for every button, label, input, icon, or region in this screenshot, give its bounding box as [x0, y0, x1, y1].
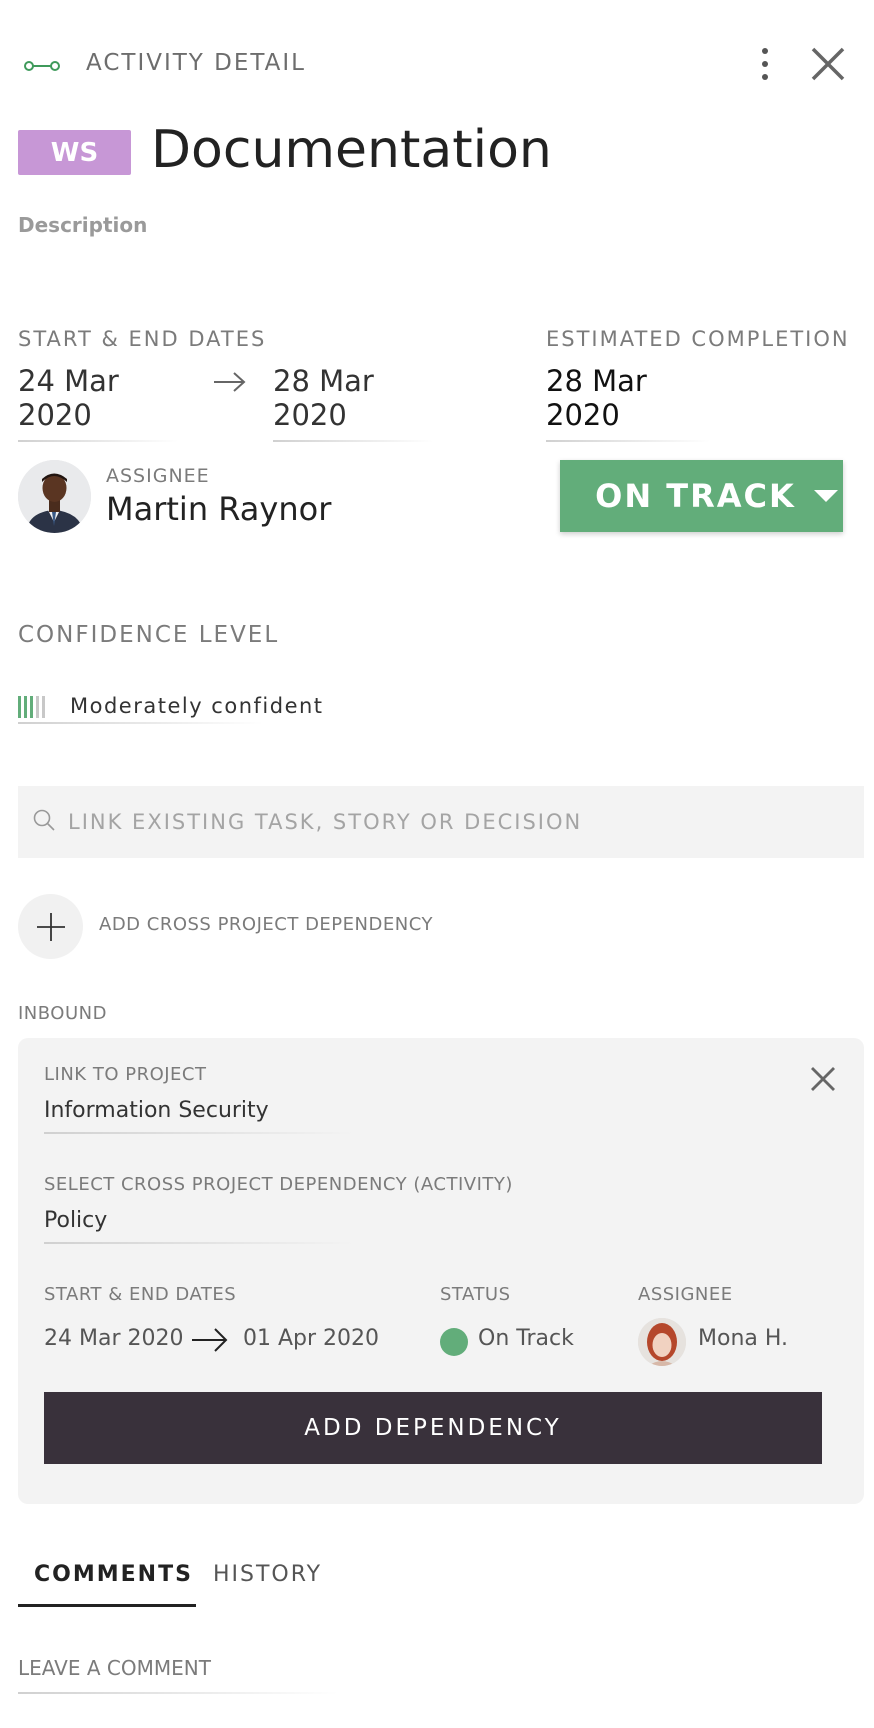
link-search-box[interactable] [18, 786, 864, 858]
dependency-dates-label: START & END DATES [44, 1284, 237, 1305]
select-dependency-field[interactable]: Policy [44, 1208, 354, 1244]
status-dot-icon [440, 1328, 468, 1356]
link-project-field[interactable]: Information Security [44, 1098, 354, 1134]
status-label: ON TRACK [595, 477, 796, 515]
confidence-value: Moderately confident [70, 694, 324, 718]
plus-icon [36, 912, 65, 941]
arrow-right-icon [212, 370, 248, 398]
dependency-start-date: 24 Mar 2020 [44, 1326, 184, 1351]
select-dependency-value: Policy [44, 1208, 108, 1233]
close-icon[interactable] [808, 44, 848, 84]
confidence-label: CONFIDENCE LEVEL [18, 622, 280, 648]
link-project-label: LINK TO PROJECT [44, 1064, 207, 1085]
dependency-end-date: 01 Apr 2020 [243, 1326, 380, 1351]
assignee-name[interactable]: Martin Raynor [106, 490, 331, 528]
description-field[interactable]: Description [18, 213, 147, 237]
estimated-completion-field[interactable]: 28 Mar 2020 [546, 364, 710, 442]
link-icon [24, 56, 60, 76]
estimated-completion-date: 28 Mar 2020 [546, 364, 647, 432]
arrow-right-icon [190, 1326, 230, 1358]
kebab-menu-icon[interactable] [754, 44, 776, 84]
status-dropdown-button[interactable]: ON TRACK [560, 460, 843, 532]
select-dependency-label: SELECT CROSS PROJECT DEPENDENCY (ACTIVIT… [44, 1174, 513, 1195]
panel-title: ACTIVITY DETAIL [86, 50, 306, 76]
dependency-assignee-label: ASSIGNEE [638, 1284, 733, 1305]
dependency-assignee-avatar [638, 1318, 686, 1366]
confidence-bars-icon [18, 696, 48, 718]
estimated-completion-label: ESTIMATED COMPLETION [546, 327, 850, 351]
start-date-field[interactable]: 24 Mar 2020 [18, 364, 178, 442]
start-date: 24 Mar 2020 [18, 364, 119, 432]
tab-comments[interactable]: COMMENTS [34, 1562, 193, 1587]
assignee-label: ASSIGNEE [106, 465, 210, 487]
link-search-input[interactable] [68, 810, 828, 834]
dependency-status-value: On Track [478, 1326, 574, 1351]
add-cross-project-button[interactable] [18, 894, 83, 959]
link-project-value: Information Security [44, 1098, 269, 1123]
add-cross-project-label[interactable]: ADD CROSS PROJECT DEPENDENCY [99, 914, 433, 935]
active-tab-indicator [18, 1604, 196, 1607]
end-date: 28 Mar 2020 [273, 364, 374, 432]
inbound-label: INBOUND [18, 1003, 107, 1024]
workstream-badge: WS [18, 130, 131, 175]
activity-title[interactable]: Documentation [151, 120, 552, 180]
dependency-status-label: STATUS [440, 1284, 511, 1305]
comment-placeholder: LEAVE A COMMENT [18, 1656, 211, 1680]
dates-label: START & END DATES [18, 327, 267, 351]
tab-history[interactable]: HISTORY [213, 1562, 322, 1587]
dependency-assignee-name: Mona H. [698, 1326, 789, 1351]
close-icon[interactable] [806, 1062, 840, 1096]
caret-down-icon [813, 490, 838, 502]
add-dependency-button[interactable]: ADD DEPENDENCY [44, 1392, 822, 1464]
comment-input[interactable]: LEAVE A COMMENT [18, 1656, 338, 1706]
assignee-avatar[interactable] [18, 460, 91, 533]
search-icon [32, 808, 56, 836]
end-date-field[interactable]: 28 Mar 2020 [273, 364, 433, 442]
